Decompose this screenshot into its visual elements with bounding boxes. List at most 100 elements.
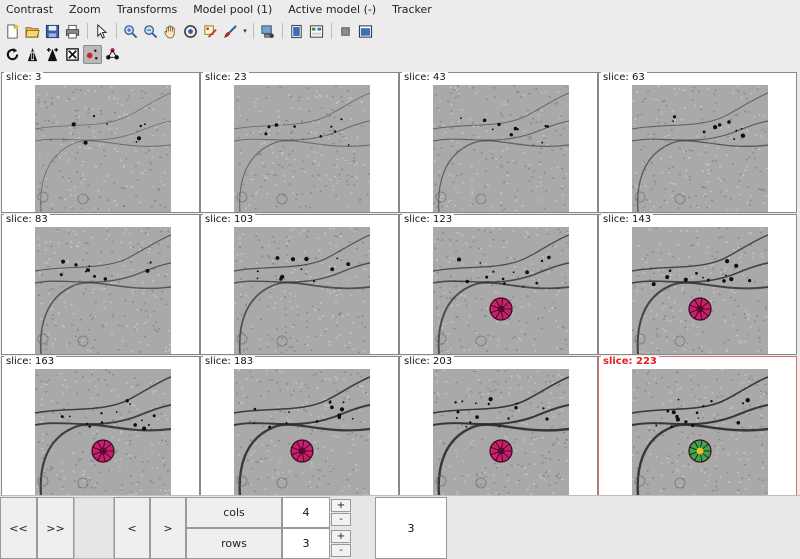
particle-dot [482, 118, 487, 123]
network-icon[interactable] [258, 22, 277, 41]
menu-zoom[interactable]: Zoom [69, 3, 109, 16]
save-icon[interactable] [43, 22, 62, 41]
tomogram-slice-image[interactable] [632, 85, 768, 212]
cols-decrement-button[interactable]: - [331, 513, 351, 526]
tomogram-slice-image[interactable] [234, 227, 370, 354]
slice-cell[interactable]: slice: 123 [399, 214, 598, 355]
particle-dot [492, 270, 495, 273]
slice-cell[interactable]: slice: 63 [598, 72, 797, 213]
particle-dot [702, 276, 704, 279]
particle-dot [285, 422, 288, 424]
particle-dot [487, 402, 490, 406]
slice-cell[interactable]: slice: 143 [598, 214, 797, 355]
square-stop-icon[interactable] [336, 22, 355, 41]
slice-label: slice: 83 [4, 214, 50, 225]
tool-menu-caret-icon[interactable]: ▾ [241, 22, 249, 41]
slice-cell[interactable]: slice: 163 [1, 356, 200, 497]
particle-dot [666, 409, 670, 413]
tomogram-slice-image[interactable] [35, 227, 171, 354]
particle-dot [702, 130, 706, 134]
tomogram-slice-image[interactable] [433, 85, 569, 212]
sharpen-plus-icon[interactable] [43, 45, 62, 64]
particle-dot [319, 135, 323, 138]
particle-dot [60, 415, 64, 419]
particle-dot [672, 115, 677, 119]
tomogram-slice-image[interactable] [433, 369, 569, 496]
brush-icon[interactable] [221, 22, 240, 41]
cols-increment-button[interactable]: + [331, 499, 351, 512]
panel-split-icon[interactable] [307, 22, 326, 41]
slice-cell[interactable]: slice: 203 [399, 356, 598, 497]
tomogram-slice-image[interactable] [234, 85, 370, 212]
slice-cell[interactable]: slice: 43 [399, 72, 598, 213]
slice-cell[interactable]: slice: 183 [200, 356, 399, 497]
pointer-icon[interactable] [92, 22, 111, 41]
slice-label: slice: 183 [203, 356, 256, 367]
particle-dot [133, 423, 137, 427]
particle-dot [142, 426, 147, 431]
refresh-icon[interactable] [3, 45, 22, 64]
slice-cell[interactable]: slice: 3 [1, 72, 200, 213]
menu-tracker[interactable]: Tracker [392, 3, 440, 16]
tomogram-slice-image[interactable] [35, 369, 171, 496]
slice-cell[interactable]: slice: 103 [200, 214, 399, 355]
zoom-in-icon[interactable] [121, 22, 140, 41]
open-folder-icon[interactable] [23, 22, 42, 41]
particle-dot [541, 141, 544, 144]
atom-cluster-icon[interactable] [103, 45, 122, 64]
rows-increment-button[interactable]: + [331, 530, 351, 543]
slice-cell[interactable]: slice: 223 [598, 356, 797, 497]
slice-background [35, 85, 171, 212]
rows-value-field[interactable]: 3 [282, 528, 330, 559]
particle-dot [274, 123, 279, 127]
tomogram-slice-image[interactable] [234, 369, 370, 496]
menu-active-model[interactable]: Active model (-) [288, 3, 384, 16]
particle-dot [336, 257, 339, 260]
crop-expand-icon[interactable] [63, 45, 82, 64]
particle-dot [83, 140, 88, 145]
rows-decrement-button[interactable]: - [331, 544, 351, 557]
rotate-icon[interactable] [181, 22, 200, 41]
menu-model-pool[interactable]: Model pool (1) [193, 3, 280, 16]
tomogram-slice-image[interactable] [632, 369, 768, 496]
slice-label: slice: 63 [601, 72, 647, 83]
model-tool-icon[interactable] [201, 22, 220, 41]
particle-dot [665, 275, 670, 280]
last-page-button[interactable]: >> [37, 497, 74, 559]
next-page-button[interactable]: > [150, 497, 186, 559]
particle-dot [545, 417, 549, 421]
tomogram-slice-image[interactable] [433, 227, 569, 354]
particle-dot [722, 279, 726, 283]
slice-cell[interactable]: slice: 83 [1, 214, 200, 355]
new-document-icon[interactable] [3, 22, 22, 41]
particle-dot [61, 259, 65, 264]
first-page-button[interactable]: << [0, 497, 37, 559]
panel-tall-icon[interactable] [287, 22, 306, 41]
zoom-out-icon[interactable] [141, 22, 160, 41]
particle-dot [542, 407, 545, 410]
particle-dot [93, 274, 96, 278]
particle-dot [488, 397, 493, 402]
particle-dot [695, 411, 699, 414]
slice-label: slice: 223 [601, 356, 659, 367]
slice-label: slice: 123 [402, 214, 455, 225]
particle-dot [115, 411, 118, 413]
menu-transforms[interactable]: Transforms [117, 3, 185, 16]
sharpen-icon[interactable] [23, 45, 42, 64]
prev-page-button[interactable]: < [114, 497, 150, 559]
particle-dot [469, 421, 472, 424]
particle-dot [507, 417, 510, 420]
window-icon[interactable] [356, 22, 375, 41]
particle-dot [515, 402, 518, 405]
dot-marker-icon[interactable] [83, 44, 102, 64]
hand-pan-icon[interactable] [161, 22, 180, 41]
print-icon[interactable] [63, 22, 82, 41]
secondary-toolbar [0, 43, 800, 65]
model-contour-marker [290, 439, 314, 463]
menu-contrast[interactable]: Contrast [6, 3, 61, 16]
cols-value-field[interactable]: 4 [282, 497, 330, 528]
slice-cell[interactable]: slice: 23 [200, 72, 399, 213]
tomogram-slice-image[interactable] [632, 227, 768, 354]
particle-dot [256, 270, 259, 273]
tomogram-slice-image[interactable] [35, 85, 171, 212]
